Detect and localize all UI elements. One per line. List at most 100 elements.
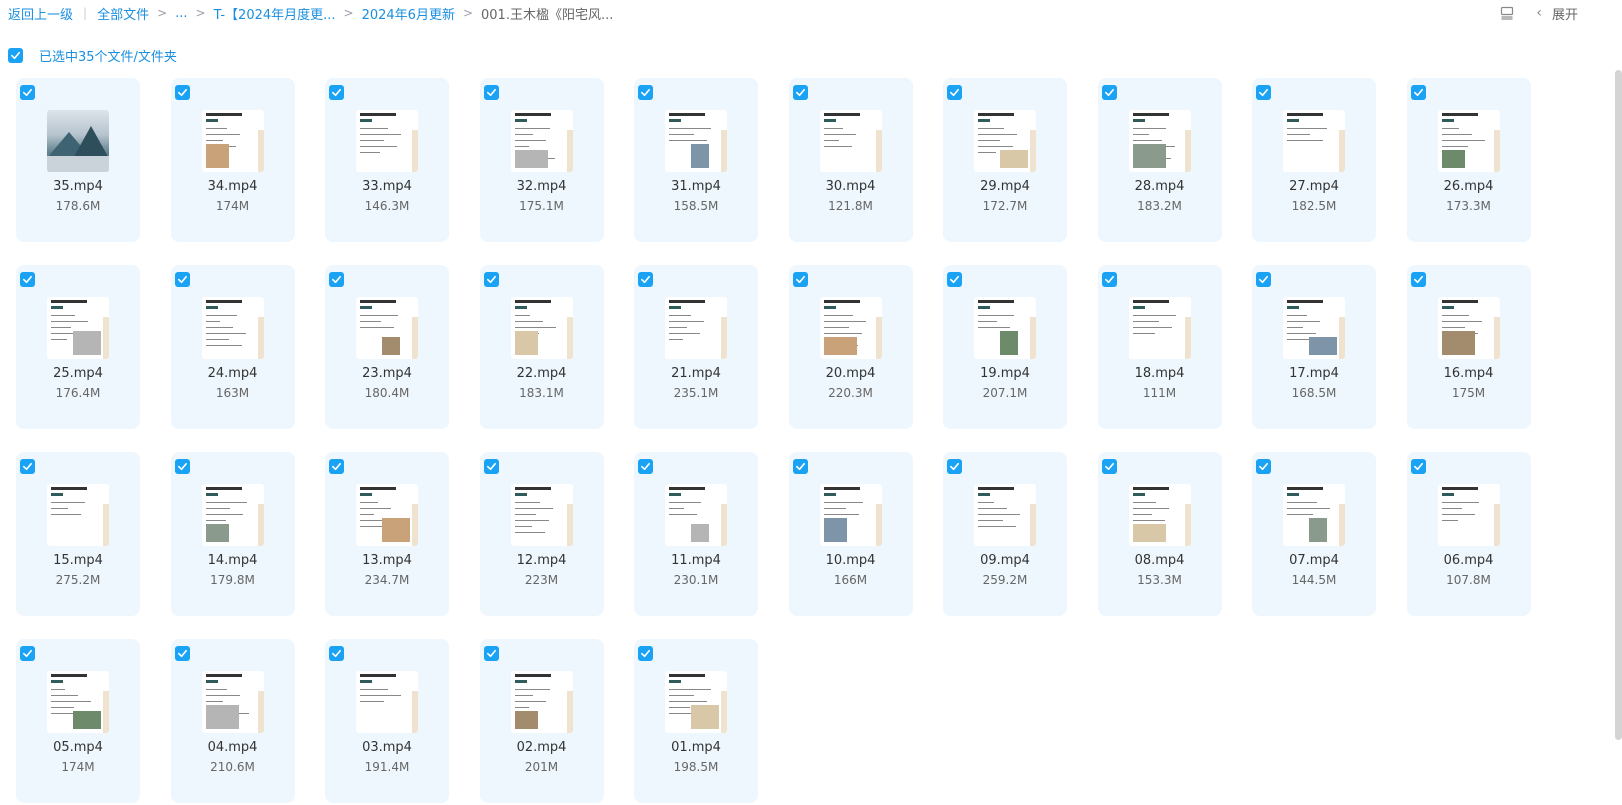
file-card[interactable]: 07.mp4 144.5M — [1252, 452, 1376, 616]
file-card[interactable]: 06.mp4 107.8M — [1406, 452, 1531, 616]
video-thumbnail — [974, 297, 1036, 359]
file-card[interactable]: 19.mp4 207.1M — [943, 265, 1067, 429]
file-card[interactable]: 12.mp4 223M — [479, 452, 604, 616]
file-card[interactable]: 30.mp4 121.8M — [788, 78, 913, 242]
file-checkbox[interactable] — [792, 459, 808, 474]
file-checkbox[interactable] — [638, 85, 653, 100]
file-card[interactable]: 33.mp4 146.3M — [325, 78, 449, 242]
file-checkbox[interactable] — [947, 85, 962, 100]
file-card[interactable]: 03.mp4 191.4M — [325, 639, 449, 803]
file-card[interactable]: 10.mp4 166M — [788, 452, 913, 616]
expand-button[interactable]: ‹ 展开 — [1536, 4, 1578, 23]
file-card[interactable]: 11.mp4 230.1M — [634, 452, 758, 616]
check-icon — [11, 51, 20, 59]
file-card[interactable]: 31.mp4 158.5M — [634, 78, 758, 242]
breadcrumb-folder-monthly[interactable]: T-【2024年月度更... — [214, 4, 336, 23]
file-checkbox[interactable] — [947, 272, 962, 287]
file-checkbox[interactable] — [1256, 272, 1271, 287]
file-checkbox[interactable] — [1256, 85, 1271, 100]
list-view-icon[interactable] — [1500, 6, 1514, 20]
file-checkbox[interactable] — [638, 646, 653, 661]
file-checkbox[interactable] — [1410, 272, 1426, 287]
file-card[interactable]: 15.mp4 275.2M — [16, 452, 140, 616]
file-card[interactable]: 01.mp4 198.5M — [634, 639, 758, 803]
file-card[interactable]: 28.mp4 183.2M — [1097, 78, 1222, 242]
file-checkbox[interactable] — [20, 646, 35, 661]
file-name: 11.mp4 — [671, 553, 721, 568]
file-checkbox[interactable] — [483, 646, 499, 661]
file-name: 26.mp4 — [1443, 179, 1494, 194]
file-checkbox[interactable] — [174, 459, 190, 474]
scrollbar[interactable] — [1615, 70, 1622, 740]
file-checkbox[interactable] — [483, 85, 499, 100]
file-card[interactable]: 14.mp4 179.8M — [170, 452, 295, 616]
file-checkbox[interactable] — [329, 646, 344, 661]
check-icon — [641, 275, 650, 284]
file-checkbox[interactable] — [20, 272, 35, 287]
file-checkbox[interactable] — [329, 85, 344, 100]
file-checkbox[interactable] — [174, 85, 190, 100]
file-card[interactable]: 05.mp4 174M — [16, 639, 140, 803]
file-card[interactable]: 23.mp4 180.4M — [325, 265, 449, 429]
file-checkbox[interactable] — [947, 459, 962, 474]
file-card[interactable]: 16.mp4 175M — [1406, 265, 1531, 429]
file-card[interactable]: 04.mp4 210.6M — [170, 639, 295, 803]
file-checkbox[interactable] — [792, 85, 808, 100]
file-name: 25.mp4 — [53, 366, 103, 381]
file-name: 17.mp4 — [1289, 366, 1339, 381]
video-thumbnail — [819, 484, 882, 546]
file-card[interactable]: 02.mp4 201M — [479, 639, 604, 803]
check-icon — [641, 462, 650, 471]
file-card[interactable]: 34.mp4 174M — [170, 78, 295, 242]
file-card[interactable]: 27.mp4 182.5M — [1252, 78, 1376, 242]
file-checkbox[interactable] — [174, 272, 190, 287]
file-name: 30.mp4 — [825, 179, 876, 194]
file-checkbox[interactable] — [1256, 459, 1271, 474]
breadcrumb-ellipsis[interactable]: ... — [175, 6, 187, 21]
file-checkbox[interactable] — [1410, 85, 1426, 100]
file-card[interactable]: 13.mp4 234.7M — [325, 452, 449, 616]
file-card[interactable]: 08.mp4 153.3M — [1097, 452, 1222, 616]
select-all-checkbox[interactable] — [8, 47, 23, 63]
check-icon — [486, 649, 496, 658]
file-card[interactable]: 32.mp4 175.1M — [479, 78, 604, 242]
file-card[interactable]: 09.mp4 259.2M — [943, 452, 1067, 616]
file-card[interactable]: 17.mp4 168.5M — [1252, 265, 1376, 429]
file-checkbox[interactable] — [483, 459, 499, 474]
breadcrumb-folder-june[interactable]: 2024年6月更新 — [362, 4, 455, 23]
file-checkbox[interactable] — [792, 272, 808, 287]
file-card[interactable]: 35.mp4 178.6M — [16, 78, 140, 242]
check-icon — [1259, 462, 1268, 471]
video-thumbnail — [665, 671, 727, 733]
file-checkbox[interactable] — [638, 272, 653, 287]
file-checkbox[interactable] — [1101, 272, 1117, 287]
file-checkbox[interactable] — [1410, 459, 1426, 474]
file-name: 24.mp4 — [207, 366, 258, 381]
file-card[interactable]: 25.mp4 176.4M — [16, 265, 140, 429]
selection-count-label: 已选中35个文件/文件夹 — [39, 49, 177, 65]
check-icon — [641, 88, 650, 97]
file-checkbox[interactable] — [1101, 85, 1117, 100]
file-card[interactable]: 29.mp4 172.7M — [943, 78, 1067, 242]
file-checkbox[interactable] — [20, 459, 35, 474]
file-checkbox[interactable] — [1101, 459, 1117, 474]
file-checkbox[interactable] — [174, 646, 190, 661]
file-card[interactable]: 22.mp4 183.1M — [479, 265, 604, 429]
file-card[interactable]: 18.mp4 111M — [1097, 265, 1222, 429]
file-card[interactable]: 26.mp4 173.3M — [1406, 78, 1531, 242]
file-checkbox[interactable] — [20, 85, 35, 100]
file-size: 275.2M — [55, 573, 101, 587]
file-card[interactable]: 21.mp4 235.1M — [634, 265, 758, 429]
file-card[interactable]: 24.mp4 163M — [170, 265, 295, 429]
file-name: 15.mp4 — [53, 553, 103, 568]
file-size: 223M — [524, 573, 559, 587]
file-checkbox[interactable] — [329, 459, 344, 474]
file-checkbox[interactable] — [329, 272, 344, 287]
file-size: 146.3M — [364, 199, 410, 213]
file-checkbox[interactable] — [483, 272, 499, 287]
breadcrumb-all-files[interactable]: 全部文件 — [97, 4, 149, 23]
file-checkbox[interactable] — [638, 459, 653, 474]
back-link[interactable]: 返回上一级 — [8, 4, 73, 23]
file-size: 174M — [215, 199, 250, 213]
file-card[interactable]: 20.mp4 220.3M — [788, 265, 913, 429]
